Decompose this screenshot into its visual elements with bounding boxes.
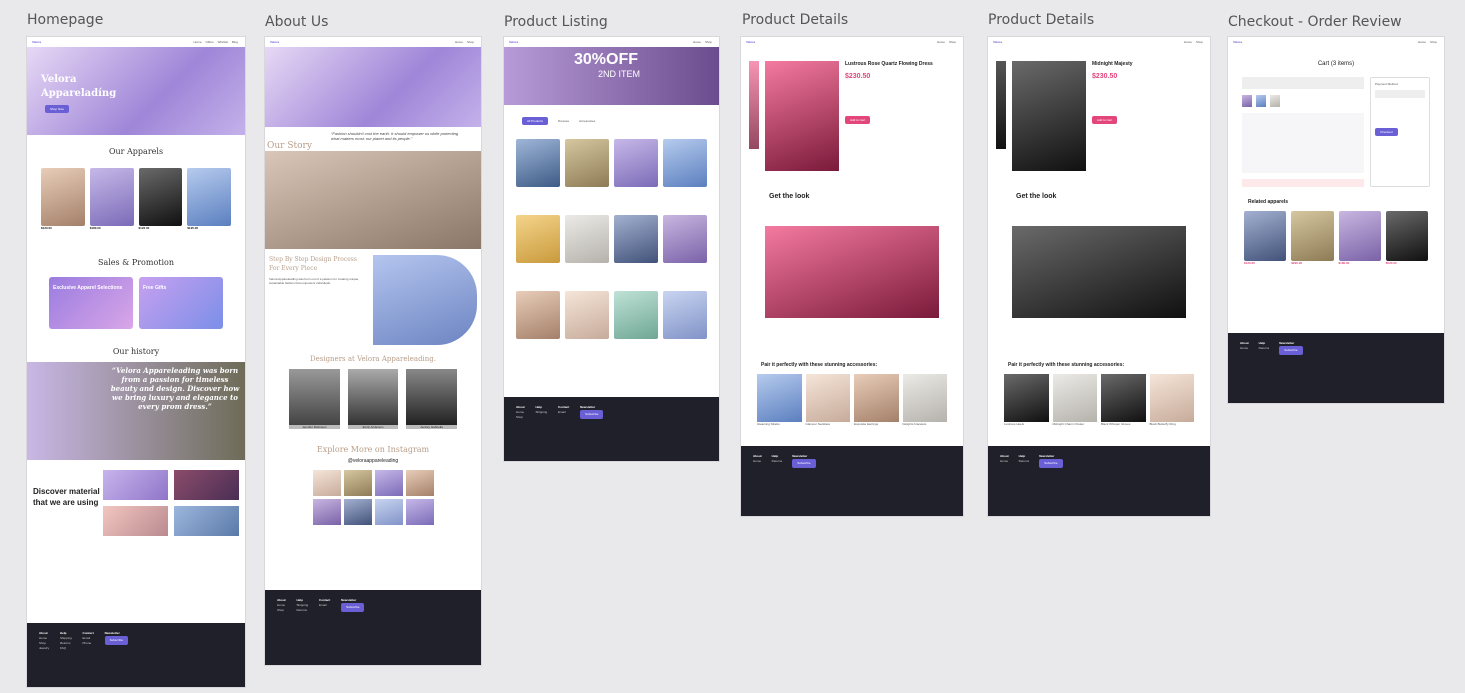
- history-banner: “Velora Appareleading was born from a pa…: [27, 362, 245, 460]
- look-image: [1012, 226, 1186, 318]
- promo-row: Exclusive Apparel Selections Free Gifts: [27, 267, 245, 329]
- product-card[interactable]: $120.00: [41, 168, 85, 230]
- tab-all[interactable]: All Products: [522, 117, 549, 125]
- product-card[interactable]: $180.00: [89, 168, 134, 230]
- product-card[interactable]: [614, 215, 658, 263]
- apparels-title: Our Apparels: [108, 147, 164, 156]
- frame-label-details-2: Product Details: [988, 12, 1095, 28]
- product-image: [1012, 61, 1086, 171]
- product-price: $230.50: [1092, 73, 1118, 80]
- hero-banner: Velora Appareladíng Shop Now: [27, 47, 245, 135]
- logo[interactable]: Velora: [32, 40, 41, 44]
- step-image: [373, 255, 477, 345]
- add-to-cart-button[interactable]: Add to Cart: [1092, 116, 1118, 124]
- product-card[interactable]: [663, 215, 707, 263]
- frame-label-details-1: Product Details: [742, 12, 849, 28]
- about-hero: [265, 47, 481, 127]
- shop-now-button[interactable]: Shop Now: [45, 105, 69, 113]
- material-title: Discover material that we are using: [33, 487, 100, 507]
- product-card[interactable]: [614, 139, 658, 187]
- material-image: [174, 506, 239, 536]
- accessories-row: Lustrous Heels Midnight Charm Choker Bla…: [988, 368, 1210, 426]
- product-card[interactable]: [516, 139, 560, 187]
- product-card[interactable]: [516, 215, 560, 263]
- history-quote: “Velora Appareleading was born from a pa…: [110, 366, 240, 411]
- story-title: Our Story: [267, 141, 312, 151]
- look-title: Get the look: [1016, 193, 1057, 200]
- material-image: [103, 470, 168, 500]
- related-grid: $120.00 $290.00 $180.00 $520.00: [1228, 205, 1444, 265]
- about-frame: Velora Home Shop “Fashion shouldn't cost t…: [265, 37, 481, 665]
- product-price: $230.50: [845, 73, 871, 80]
- hero-subtitle: Appareladíng: [41, 88, 117, 99]
- step-title: Step By Step Design Process For Every Pi…: [269, 256, 357, 272]
- frame-label-about: About Us: [265, 14, 329, 30]
- designers-title: Designers at Velora Appareleading.: [309, 355, 436, 363]
- product-card[interactable]: [663, 291, 707, 339]
- frame-label-checkout: Checkout - Order Review: [1228, 14, 1402, 30]
- promo-card[interactable]: Free Gifts: [139, 277, 223, 329]
- footer: About Home Shop Jewelry Help Shipping Returns…: [27, 623, 245, 687]
- add-to-cart-button[interactable]: Add to Cart: [845, 116, 871, 124]
- product-name: Midnight Majesty: [1092, 61, 1133, 67]
- banner-discount: 30%OFF: [574, 51, 639, 68]
- story-image: [265, 151, 481, 249]
- footer: About Home Shop Help Shipping Contact Email …: [504, 397, 719, 461]
- history-title: Our history: [112, 347, 160, 356]
- material-image: [174, 470, 239, 500]
- checkout-frame: Velora Home Shop Cart (3 items) Payment Me…: [1228, 37, 1444, 403]
- details2-frame: Velora Home Shop Midnight Majesty $230.50 …: [988, 37, 1210, 516]
- related-title: Related apparels: [1248, 199, 1289, 205]
- filter-tabs: All Products Dresses Accessories: [504, 105, 719, 125]
- insta-title: Explore More on Instagram: [316, 445, 430, 454]
- pair-title: Pair it perfectly with these stunning ac…: [761, 362, 878, 368]
- product-card[interactable]: [614, 291, 658, 339]
- insta-grid: [265, 470, 481, 525]
- sales-title: Sales & Promotion: [97, 258, 175, 267]
- details1-frame: Velora Home Shop Lustrous Rose Quartz Flow…: [741, 37, 963, 516]
- promo-banner: 30%OFF 2ND ITEM: [504, 47, 719, 105]
- product-card[interactable]: $195.00: [187, 168, 231, 230]
- product-card[interactable]: [565, 291, 609, 339]
- frame-label-homepage: Homepage: [27, 12, 104, 28]
- product-card[interactable]: [565, 139, 609, 187]
- product-card[interactable]: $122.00: [138, 168, 183, 230]
- apparels-grid: $120.00 $180.00 $122.00 $195.00: [27, 156, 245, 230]
- tab-accessories[interactable]: Accessories: [579, 117, 595, 125]
- product-card[interactable]: [516, 291, 560, 339]
- product-card[interactable]: [663, 139, 707, 187]
- designers-row: Jennifer Robinson Emily Anderson Audrey …: [265, 363, 481, 429]
- material-image: [103, 506, 168, 536]
- listing-frame: Velora Home Shop 30%OFF 2ND ITEM All Produ…: [504, 37, 719, 461]
- checkout-button[interactable]: Checkout: [1375, 128, 1398, 136]
- material-section: Discover material that we are using: [27, 460, 245, 536]
- promo-card[interactable]: Exclusive Apparel Selections: [49, 277, 133, 329]
- footer: About HomeHelp ReturnsNewsletter Subscribe: [988, 446, 1210, 516]
- accessories-row: Gleaming Stiletto Glamour Necklace Exqui…: [741, 368, 963, 426]
- hero-title: Velora: [41, 74, 77, 85]
- pair-title: Pair it perfectly with these stunning ac…: [1008, 362, 1125, 368]
- look-title: Get the look: [769, 193, 810, 200]
- footer: About Home Shop Help Shipping Returns Contac…: [265, 590, 481, 665]
- footer: About HomeHelp ReturnsNewsletter Subscribe: [741, 446, 963, 516]
- tab-dresses[interactable]: Dresses: [558, 117, 569, 125]
- footer: About HomeHelp ReturnsNewsletter Subscribe: [1228, 333, 1444, 403]
- product-name: Lustrous Rose Quartz Flowing Dress: [845, 61, 933, 67]
- top-nav: Velora Home Offers Wishlist Blog: [32, 40, 238, 44]
- homepage-frame: Velora Home Offers Wishlist Blog Velora Appa…: [27, 37, 245, 687]
- product-grid: [504, 125, 719, 339]
- banner-offer: 2ND ITEM: [598, 69, 641, 79]
- insta-handle[interactable]: @veloraappareleading: [265, 458, 481, 464]
- product-card[interactable]: [565, 215, 609, 263]
- product-image: [765, 61, 839, 171]
- frame-label-listing: Product Listing: [504, 14, 608, 30]
- look-image: [765, 226, 939, 318]
- about-quote: “Fashion shouldn't cost the earth. It sh…: [331, 131, 459, 141]
